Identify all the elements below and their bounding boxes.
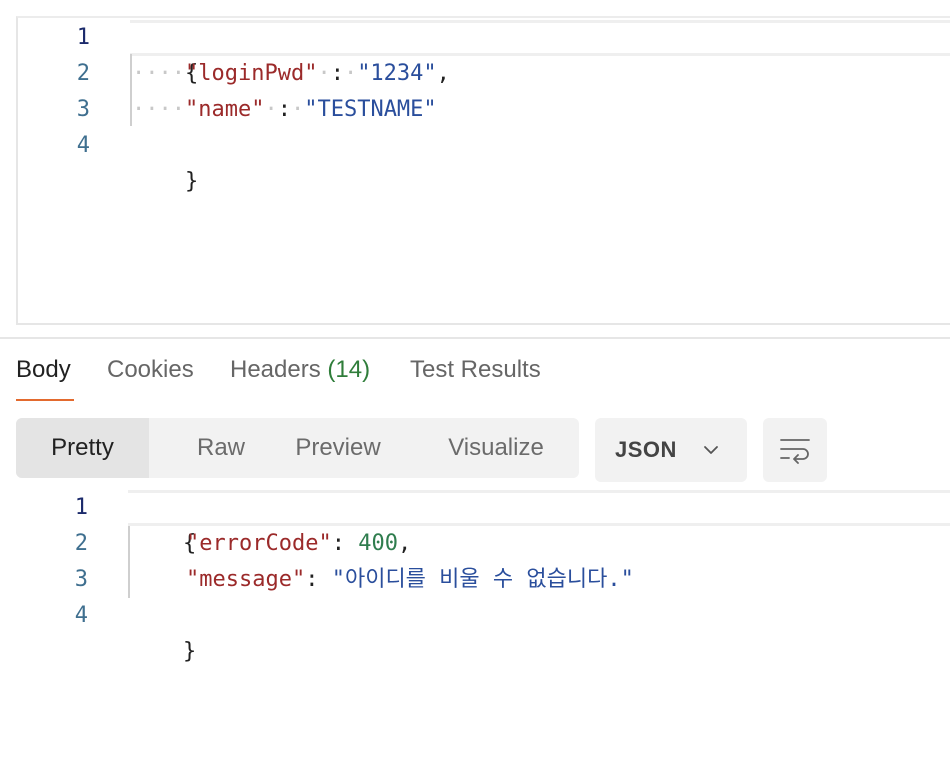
wrap-lines-button[interactable] [763, 418, 827, 482]
mode-raw-button[interactable]: Raw [165, 418, 277, 478]
line-number: 2 [74, 531, 88, 556]
json-string-value: "1234" [357, 61, 437, 86]
json-colon: : [305, 567, 319, 592]
code-line[interactable]: } [132, 128, 198, 194]
json-colon: : [330, 61, 344, 86]
json-comma: , [436, 61, 450, 86]
json-comma: , [397, 531, 412, 556]
code-line[interactable]: "errorCode": 400, [186, 526, 411, 562]
active-tab-indicator [16, 399, 74, 401]
panel-divider[interactable] [0, 337, 950, 339]
json-key: "loginPwd" [184, 61, 318, 86]
whitespace-marker: · [343, 61, 358, 86]
whitespace-marker: · [290, 97, 305, 122]
tab-test-results[interactable]: Test Results [410, 354, 541, 386]
tab-cookies[interactable]: Cookies [107, 354, 194, 386]
language-select-value: JSON [615, 437, 677, 462]
line-number: 1 [74, 495, 88, 520]
headers-count-badge: (14) [327, 356, 371, 383]
mode-preview-button[interactable]: Preview [277, 418, 399, 478]
json-number-value: 400 [358, 531, 398, 556]
code-line[interactable]: "message": "아이디를 비울 수 없습니다." [186, 562, 634, 598]
line-number: 4 [76, 133, 90, 158]
mode-visualize-button[interactable]: Visualize [427, 418, 565, 478]
code-line[interactable]: ····"name"·:·"TESTNAME" [132, 92, 437, 128]
active-line-highlight [128, 490, 950, 526]
json-key: "message" [186, 567, 306, 592]
format-mode-switch: Pretty Raw Preview Visualize [16, 418, 579, 478]
mode-pretty-button[interactable]: Pretty [16, 418, 149, 478]
code-line[interactable]: ····"loginPwd"·:·"1234", [132, 56, 450, 92]
line-number: 3 [74, 567, 88, 592]
json-colon: : [331, 531, 345, 556]
whitespace-marker: ···· [132, 61, 185, 86]
code-line[interactable]: { [132, 20, 198, 86]
line-number: 4 [74, 603, 88, 628]
active-line-highlight [130, 20, 950, 56]
line-number: 2 [76, 61, 90, 86]
json-key: "name" [184, 97, 265, 122]
language-select[interactable]: JSON [595, 418, 747, 482]
wrap-lines-icon [780, 439, 810, 464]
json-string-value: "아이디를 비울 수 없습니다." [331, 567, 634, 592]
line-number: 3 [76, 97, 90, 122]
whitespace-marker: · [317, 61, 331, 86]
code-line[interactable]: { [130, 490, 196, 556]
json-string-value: "TESTNAME" [304, 97, 437, 122]
json-key: "errorCode" [186, 531, 332, 556]
whitespace-marker: ···· [132, 97, 185, 122]
tab-body[interactable]: Body [16, 354, 71, 386]
request-body-editor[interactable]: 1 2 3 4 { ····"loginPwd"·:·"1234", ····"… [16, 16, 950, 325]
response-body-viewer[interactable]: 1 2 3 4 { "errorCode": 400, "message": "… [0, 490, 950, 772]
tab-headers[interactable]: Headers (14) [230, 354, 370, 386]
json-brace: } [182, 639, 197, 664]
code-line[interactable]: } [130, 598, 196, 664]
json-colon: : [277, 97, 291, 122]
whitespace-marker: · [264, 97, 278, 122]
json-brace: } [184, 169, 199, 194]
line-number: 1 [76, 25, 90, 50]
tab-headers-label: Headers [230, 356, 321, 383]
chevron-down-icon [704, 446, 718, 454]
